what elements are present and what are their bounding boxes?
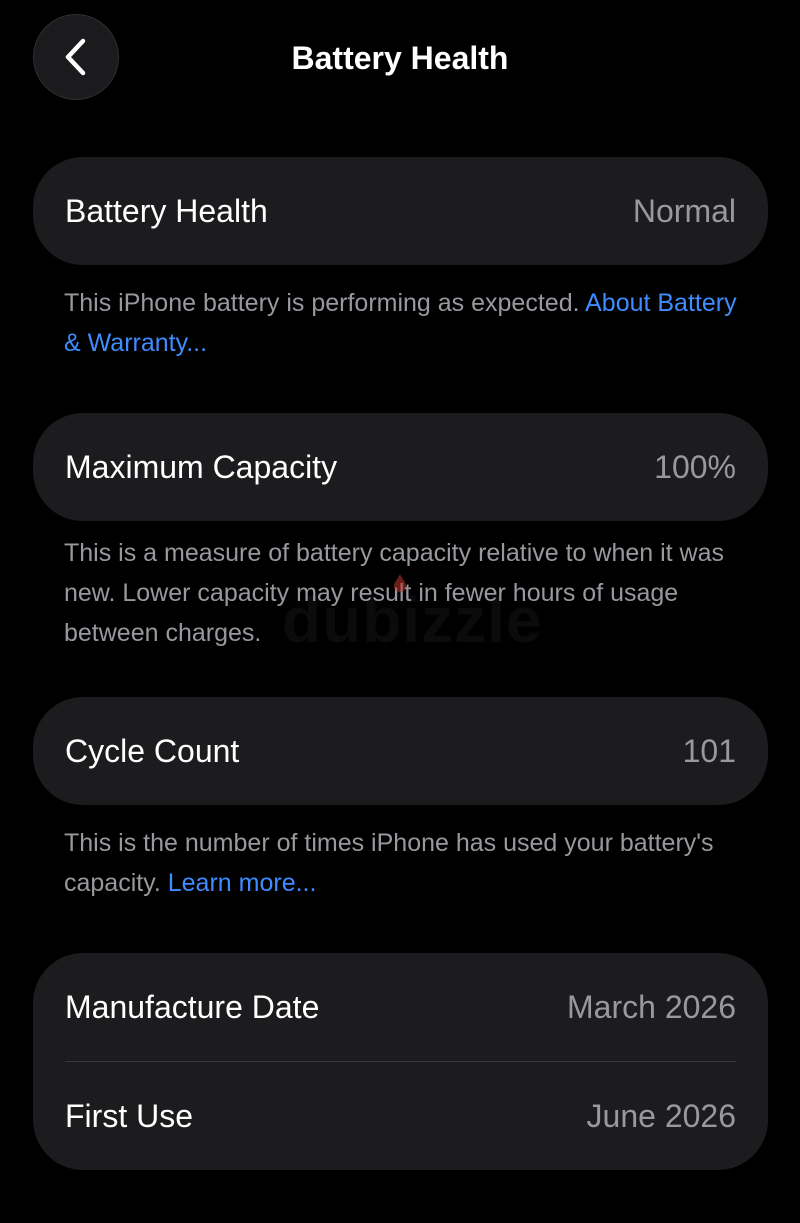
cycle-count-row: Cycle Count 101 [33, 697, 768, 805]
maximum-capacity-label: Maximum Capacity [65, 448, 338, 485]
cycle-count-card: Cycle Count 101 [33, 697, 768, 805]
first-use-label: First Use [65, 1097, 193, 1134]
first-use-row: First Use June 2026 [33, 1062, 768, 1170]
cycle-count-label: Cycle Count [65, 732, 240, 769]
maximum-capacity-value: 100% [654, 448, 736, 485]
maximum-capacity-card: Maximum Capacity 100% [33, 413, 768, 521]
maximum-capacity-row: Maximum Capacity 100% [33, 413, 768, 521]
manufacture-date-value: March 2026 [567, 988, 736, 1025]
cycle-count-value: 101 [682, 732, 736, 769]
dates-card: Manufacture Date March 2026 First Use Ju… [33, 953, 768, 1170]
battery-health-footnote-text: This iPhone battery is performing as exp… [64, 289, 586, 317]
manufacture-date-row: Manufacture Date March 2026 [33, 953, 768, 1061]
first-use-value: June 2026 [586, 1097, 736, 1134]
maximum-capacity-footnote: This is a measure of battery capacity re… [64, 539, 725, 647]
battery-health-label: Battery Health [65, 192, 268, 229]
battery-health-card: Battery Health Normal [33, 157, 768, 265]
cycle-count-footnote: This is the number of times iPhone has u… [64, 823, 744, 903]
battery-health-value: Normal [632, 192, 736, 229]
battery-health-row: Battery Health Normal [33, 157, 768, 265]
manufacture-date-label: Manufacture Date [65, 988, 320, 1025]
page-title: Battery Health [291, 40, 509, 76]
cycle-count-footnote-text: This is the number of times iPhone has u… [64, 829, 714, 897]
learn-more-link[interactable]: Learn more... [168, 869, 317, 897]
battery-health-footnote: This iPhone battery is performing as exp… [64, 283, 744, 363]
